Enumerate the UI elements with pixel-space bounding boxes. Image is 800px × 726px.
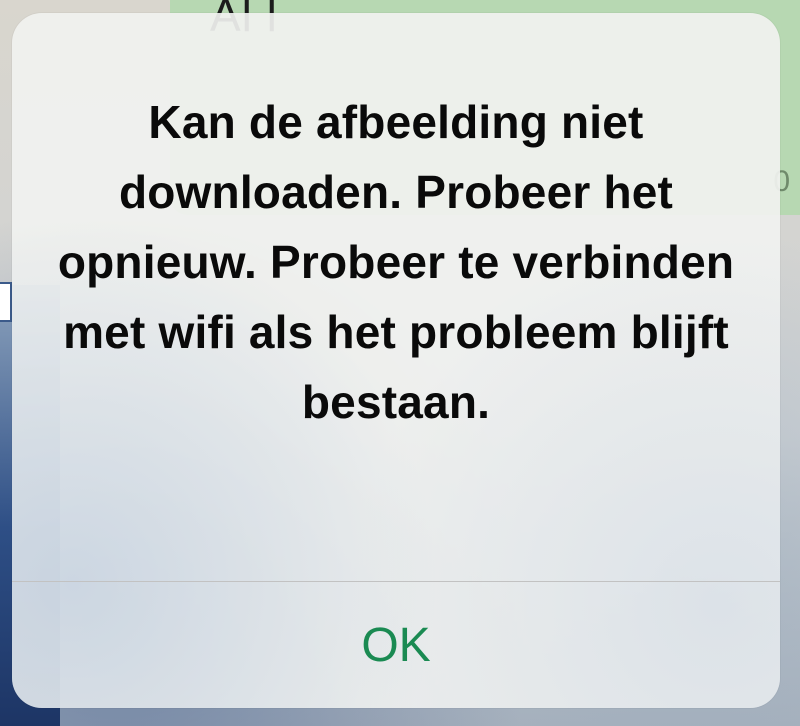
- ok-button-label: OK: [361, 618, 431, 672]
- ok-button[interactable]: OK: [12, 582, 780, 708]
- alert-dialog: Kan de afbeelding niet downloaden. Probe…: [12, 13, 780, 708]
- alert-message: Kan de afbeelding niet downloaden. Probe…: [57, 96, 735, 428]
- image-message-frame: [0, 282, 12, 322]
- screen: Al l 0 Kan de afbeelding niet downloaden…: [0, 0, 800, 726]
